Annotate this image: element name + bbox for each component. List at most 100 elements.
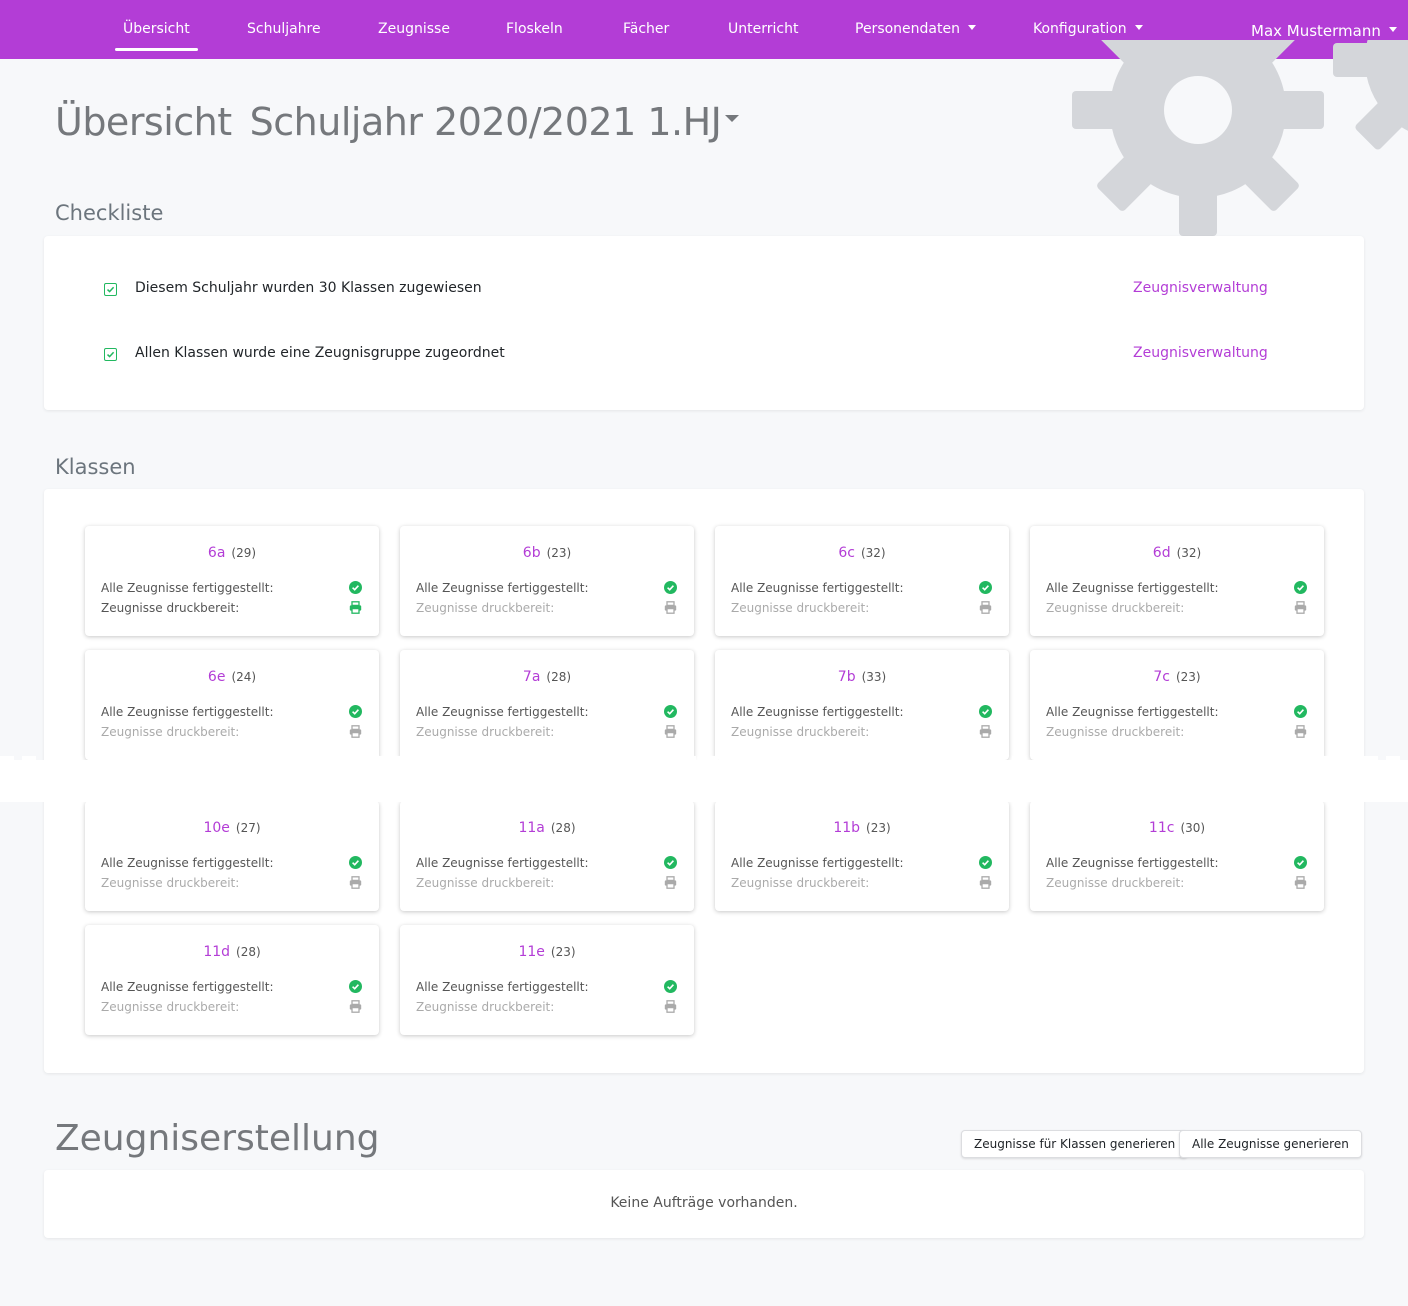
print-icon[interactable] (349, 599, 362, 614)
completed-label: Alle Zeugnisse fertiggestellt: (1046, 581, 1219, 595)
check-circle-icon (664, 703, 677, 718)
nav-item-unterricht[interactable]: Unterricht (728, 0, 798, 59)
completed-label: Alle Zeugnisse fertiggestellt: (416, 856, 589, 870)
generate-all-button[interactable]: Alle Zeugnisse generieren (1179, 1130, 1362, 1158)
class-name-link[interactable]: 11b (833, 820, 860, 836)
class-name-link[interactable]: 7a (523, 669, 541, 685)
class-card-title: 6b (23) (400, 545, 694, 561)
class-name-link[interactable]: 6d (1153, 545, 1171, 561)
check-circle-icon (979, 703, 992, 718)
completed-label: Alle Zeugnisse fertiggestellt: (101, 980, 274, 994)
class-card[interactable]: 6c (32) Alle Zeugnisse fertiggestellt: Zeug… (715, 526, 1009, 636)
print-icon[interactable] (1294, 723, 1307, 738)
student-count: (32) (860, 546, 886, 560)
class-card-title: 7c (23) (1030, 669, 1324, 685)
printable-label: Zeugnisse druckbereit: (416, 1000, 555, 1014)
nav-item-zeugnisse[interactable]: Zeugnisse (378, 0, 450, 59)
print-icon[interactable] (1294, 599, 1307, 614)
class-card[interactable]: 7a (28) Alle Zeugnisse fertiggestellt: Zeug… (400, 650, 694, 760)
class-name-link[interactable]: 7b (838, 669, 856, 685)
class-name-link[interactable]: 6c (838, 545, 855, 561)
class-card[interactable]: 11b (23) Alle Zeugnisse fertiggestellt: Zeu… (715, 801, 1009, 911)
class-card[interactable]: 7c (23) Alle Zeugnisse fertiggestellt: Zeug… (1030, 650, 1324, 760)
student-count: (33) (861, 670, 887, 684)
print-icon[interactable] (664, 874, 677, 889)
generate-for-classes-button[interactable]: Zeugnisse für Klassen generieren (961, 1130, 1189, 1158)
class-name-link[interactable]: 10e (203, 820, 229, 836)
class-name-link[interactable]: 11d (203, 944, 230, 960)
class-card-title: 11b (23) (715, 820, 1009, 836)
zeugnisverwaltung-link[interactable]: Zeugnisverwaltung (1133, 345, 1268, 361)
checklist-panel: Diesem Schuljahr wurden 30 Klassen zugew… (44, 236, 1364, 410)
page-title-text: Übersicht (55, 100, 232, 144)
check-circle-icon (979, 854, 992, 869)
check-circle-icon (349, 703, 362, 718)
class-card-title: 6e (24) (85, 669, 379, 685)
student-count: (28) (550, 821, 576, 835)
print-icon[interactable] (349, 998, 362, 1013)
class-card-title: 11e (23) (400, 944, 694, 960)
print-icon[interactable] (979, 599, 992, 614)
class-name-link[interactable]: 11a (518, 820, 544, 836)
schoolyear-selector[interactable]: Schuljahr 2020/2021 1.HJ (250, 100, 722, 144)
nav-item-floskeln[interactable]: Floskeln (506, 0, 563, 59)
completed-label: Alle Zeugnisse fertiggestellt: (101, 705, 274, 719)
class-card-title: 11c (30) (1030, 820, 1324, 836)
class-card[interactable]: 6b (23) Alle Zeugnisse fertiggestellt: Zeug… (400, 526, 694, 636)
class-card[interactable]: 11d (28) Alle Zeugnisse fertiggestellt: Zeu… (85, 925, 379, 1035)
class-name-link[interactable]: 6b (523, 545, 541, 561)
student-count: (23) (546, 546, 572, 560)
class-card-title: 6c (32) (715, 545, 1009, 561)
printable-label: Zeugnisse druckbereit: (731, 601, 870, 615)
student-count: (28) (236, 945, 261, 959)
check-circle-icon (664, 854, 677, 869)
check-circle-icon (349, 579, 362, 594)
print-icon[interactable] (979, 874, 992, 889)
checkbox-checked-icon (104, 348, 117, 361)
nav-item-uebersicht[interactable]: Übersicht (115, 0, 198, 59)
print-icon[interactable] (979, 723, 992, 738)
student-count: (28) (546, 670, 572, 684)
nav-item-faecher[interactable]: Fächer (623, 0, 669, 59)
class-name-link[interactable]: 11e (518, 944, 544, 960)
class-card[interactable]: 10e (27) Alle Zeugnisse fertiggestellt: Zeu… (85, 801, 379, 911)
print-icon[interactable] (349, 723, 362, 738)
class-card[interactable]: 6a (29) Alle Zeugnisse fertiggestellt: Zeug… (85, 526, 379, 636)
classes-heading: Klassen (55, 455, 136, 479)
jobs-panel: Keine Aufträge vorhanden. (44, 1170, 1364, 1238)
completed-label: Alle Zeugnisse fertiggestellt: (101, 856, 274, 870)
zeugnisverwaltung-link[interactable]: Zeugnisverwaltung (1133, 280, 1268, 296)
print-icon[interactable] (664, 998, 677, 1013)
class-name-link[interactable]: 11c (1149, 820, 1175, 836)
nav-item-schuljahre[interactable]: Schuljahre (247, 0, 321, 59)
chevron-down-icon (1388, 27, 1397, 32)
printable-label: Zeugnisse druckbereit: (416, 876, 555, 890)
completed-label: Alle Zeugnisse fertiggestellt: (731, 856, 904, 870)
class-card[interactable]: 11e (23) Alle Zeugnisse fertiggestellt: Zeu… (400, 925, 694, 1035)
class-card-title: 11a (28) (400, 820, 694, 836)
printable-label: Zeugnisse druckbereit: (1046, 601, 1185, 615)
class-name-link[interactable]: 7c (1153, 669, 1170, 685)
check-circle-icon (979, 579, 992, 594)
chevron-down-icon[interactable] (725, 115, 740, 122)
class-name-link[interactable]: 6a (208, 545, 226, 561)
class-card-title: 7a (28) (400, 669, 694, 685)
printable-label: Zeugnisse druckbereit: (101, 876, 240, 890)
class-name-link[interactable]: 6e (208, 669, 226, 685)
printable-label: Zeugnisse druckbereit: (731, 725, 870, 739)
print-icon[interactable] (664, 599, 677, 614)
check-circle-icon (349, 854, 362, 869)
nav-item-personendaten[interactable]: Personendaten (855, 0, 976, 59)
class-card[interactable]: 11c (30) Alle Zeugnisse fertiggestellt: Zeu… (1030, 801, 1324, 911)
chevron-down-icon (967, 24, 976, 30)
student-count: (27) (235, 821, 261, 835)
class-card[interactable]: 6e (24) Alle Zeugnisse fertiggestellt: Zeug… (85, 650, 379, 760)
print-icon[interactable] (349, 874, 362, 889)
print-icon[interactable] (1294, 874, 1307, 889)
class-card[interactable]: 6d (32) Alle Zeugnisse fertiggestellt: Zeug… (1030, 526, 1324, 636)
check-circle-icon (1294, 579, 1307, 594)
class-card[interactable]: 11a (28) Alle Zeugnisse fertiggestellt: Zeu… (400, 801, 694, 911)
checklist-heading: Checkliste (55, 201, 164, 225)
class-card[interactable]: 7b (33) Alle Zeugnisse fertiggestellt: Zeug… (715, 650, 1009, 760)
print-icon[interactable] (664, 723, 677, 738)
